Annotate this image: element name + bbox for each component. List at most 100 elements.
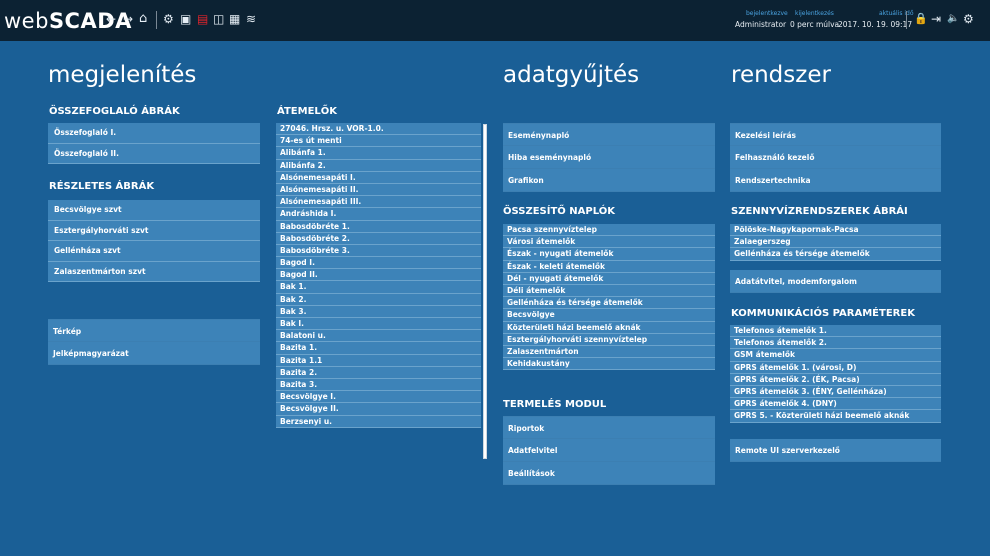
wifi-icon[interactable]: ≋ <box>246 12 256 28</box>
pump-item[interactable]: Bagod II. <box>276 269 481 282</box>
data-entry-link[interactable]: Adatfelvitel <box>503 439 715 462</box>
section-title-data-collection: adatgyűjtés <box>503 62 640 88</box>
lock-icon[interactable]: 🔒 <box>914 12 928 28</box>
sewer-list: Pölöske-Nagykapornak-Pacsa Zalaegerszeg Ge… <box>730 224 941 261</box>
sound-icon[interactable]: 🔈 <box>947 12 959 28</box>
pump-item[interactable]: Alsónemesapáti III. <box>276 196 481 209</box>
remote-ui-block: Remote UI szerverkezelő <box>730 439 941 462</box>
summary-log-item[interactable]: Esztergályhorváti szennyvíztelep <box>503 333 715 346</box>
pumps-list: 27046. Hrsz. u. VOR-1.0. 74-es út menti Al… <box>276 123 481 428</box>
manual-link[interactable]: Kezelési leírás <box>730 123 941 146</box>
pump-item[interactable]: Balatoni u. <box>276 330 481 343</box>
pump-item[interactable]: Bak I. <box>276 318 481 331</box>
summary-log-item[interactable]: Zalaszentmárton <box>503 345 715 359</box>
section-title-display: megjelenítés <box>48 62 197 88</box>
summary-log-item[interactable]: Dél - nyugati átemelők <box>503 272 715 285</box>
summary-log-item[interactable]: Közterületi házi beemelő aknák <box>503 321 715 334</box>
section-title-system: rendszer <box>731 62 831 88</box>
home-icon[interactable]: ⌂ <box>139 12 147 28</box>
overview-heading: ÖSSZEFOGLALÓ ÁBRÁK <box>49 106 180 117</box>
details-item[interactable]: Esztergályhorváti szvt <box>48 220 260 241</box>
pump-item[interactable]: Bazita 3. <box>276 378 481 392</box>
pump-item[interactable]: Bak 1. <box>276 281 481 294</box>
sewer-item[interactable]: Zalaegerszeg <box>730 236 941 249</box>
pump-item[interactable]: Becsvölgye II. <box>276 403 481 416</box>
process-icon[interactable]: ⚙ <box>163 12 174 28</box>
legend-link[interactable]: Jelképmagyarázat <box>48 342 260 365</box>
summary-log-item[interactable]: Észak - nyugati átemelők <box>503 248 715 261</box>
comm-item[interactable]: GSM átemelők <box>730 349 941 362</box>
pump-item[interactable]: Becsvölgye I. <box>276 391 481 404</box>
current-time: 2017. 10. 19. 09:17 <box>838 20 913 29</box>
summary-log-item[interactable]: Észak - keleti átemelők <box>503 260 715 273</box>
summary-log-item[interactable]: Városi átemelők <box>503 236 715 249</box>
pump-item[interactable]: Bazita 1.1 <box>276 354 481 367</box>
pump-item[interactable]: Babosdöbréte 3. <box>276 244 481 258</box>
event-log-link[interactable]: Eseménynapló <box>503 123 715 146</box>
pump-item[interactable]: Bazita 1. <box>276 342 481 355</box>
pump-item[interactable]: Andráshida I. <box>276 208 481 221</box>
sewer-item[interactable]: Pölöske-Nagykapornak-Pacsa <box>730 224 941 237</box>
sewer-item[interactable]: Gellénháza és térsége átemelők <box>730 248 941 261</box>
details-item[interactable]: Becsvölgye szvt <box>48 200 260 221</box>
reports-link[interactable]: Riportok <box>503 416 715 439</box>
chart-link[interactable]: Grafikon <box>503 169 715 192</box>
data-transfer-link[interactable]: Adatátvitel, modemforgalom <box>730 270 941 293</box>
logout-countdown: 0 perc múlva <box>790 20 840 29</box>
pump-item[interactable]: 74-es út menti <box>276 135 481 148</box>
logout-icon[interactable]: ⇥ <box>931 12 941 28</box>
comm-item[interactable]: GPRS átemelők 4. (DNY) <box>730 398 941 411</box>
pump-item[interactable]: Berzsenyi u. <box>276 415 481 428</box>
pump-item[interactable]: Babosdöbréte 1. <box>276 220 481 233</box>
comm-item[interactable]: GPRS átemelők 3. (ÉNY, Gellénháza) <box>730 385 941 399</box>
comm-item[interactable]: GPRS 5. - Közterületi házi beemelő aknák <box>730 410 941 423</box>
summary-log-item[interactable]: Gellénháza és térsége átemelők <box>503 297 715 310</box>
system-tech-link[interactable]: Rendszertechnika <box>730 169 941 192</box>
overview-item[interactable]: Összefoglaló I. <box>48 123 260 144</box>
summary-logs-heading: ÖSSZESÍTŐ NAPLÓK <box>503 206 615 217</box>
production-heading: TERMELÉS MODUL <box>503 399 607 410</box>
comm-item[interactable]: Telefonos átemelők 2. <box>730 337 941 350</box>
user-manager-link[interactable]: Felhasználó kezelő <box>730 146 941 169</box>
pump-item[interactable]: Bak 2. <box>276 293 481 306</box>
comm-item[interactable]: GPRS átemelők 1. (városi, D) <box>730 361 941 374</box>
login-label: bejelentkezve <box>746 10 788 17</box>
logout-label: kijelentkezés <box>795 10 834 17</box>
pumps-scrollbar[interactable] <box>483 124 487 459</box>
summary-log-item[interactable]: Becsvölgye <box>503 309 715 322</box>
settings-icon[interactable]: ⚙ <box>963 12 974 28</box>
pump-item[interactable]: Alsónemesapáti II. <box>276 183 481 197</box>
summary-log-item[interactable]: Déli átemelők <box>503 284 715 298</box>
alarm-list-icon[interactable]: ▤ <box>197 12 208 28</box>
pump-item[interactable]: Bagod I. <box>276 257 481 270</box>
settings-link[interactable]: Beállítások <box>503 462 715 485</box>
pump-item[interactable]: Alibánfa 1. <box>276 147 481 160</box>
error-log-link[interactable]: Hiba eseménynapló <box>503 146 715 169</box>
back-arrow-icon[interactable]: ← <box>106 12 116 28</box>
summary-logs-list: Pacsa szennyvíztelep Városi átemelők Észak… <box>503 224 715 371</box>
overview-item[interactable]: Összefoglaló II. <box>48 143 260 164</box>
comm-item[interactable]: Telefonos átemelők 1. <box>730 325 941 338</box>
report-icon[interactable]: ▦ <box>229 12 240 28</box>
pump-item[interactable]: Babosdöbréte 2. <box>276 232 481 245</box>
pump-item[interactable]: Alsónemesapáti I. <box>276 171 481 184</box>
summary-log-item[interactable]: Kehidakustány <box>503 358 715 371</box>
comm-item[interactable]: GPRS átemelők 2. (ÉK, Pacsa) <box>730 373 941 386</box>
pump-item[interactable]: 27046. Hrsz. u. VOR-1.0. <box>276 123 481 136</box>
details-heading: RÉSZLETES ÁBRÁK <box>49 181 155 192</box>
data-links: Eseménynapló Hiba eseménynapló Grafikon <box>503 123 715 192</box>
details-item[interactable]: Zalaszentmárton szvt <box>48 261 260 282</box>
pump-item[interactable]: Bazita 2. <box>276 366 481 379</box>
pump-item[interactable]: Alibánfa 2. <box>276 159 481 172</box>
forward-arrow-icon[interactable]: → <box>123 12 133 28</box>
pumps-heading: ÁTEMELŐK <box>277 106 338 117</box>
summary-log-item[interactable]: Pacsa szennyvíztelep <box>503 224 715 237</box>
details-item[interactable]: Gellénháza szvt <box>48 241 260 262</box>
map-link[interactable]: Térkép <box>48 319 260 342</box>
remote-ui-link[interactable]: Remote UI szerverkezelő <box>730 439 941 462</box>
chart-icon[interactable]: ◫ <box>213 12 224 28</box>
login-user: Administrator <box>735 20 787 29</box>
comm-list: Telefonos átemelők 1. Telefonos átemelők … <box>730 325 941 423</box>
screens-icon[interactable]: ▣ <box>180 12 191 28</box>
pump-item[interactable]: Bak 3. <box>276 305 481 318</box>
